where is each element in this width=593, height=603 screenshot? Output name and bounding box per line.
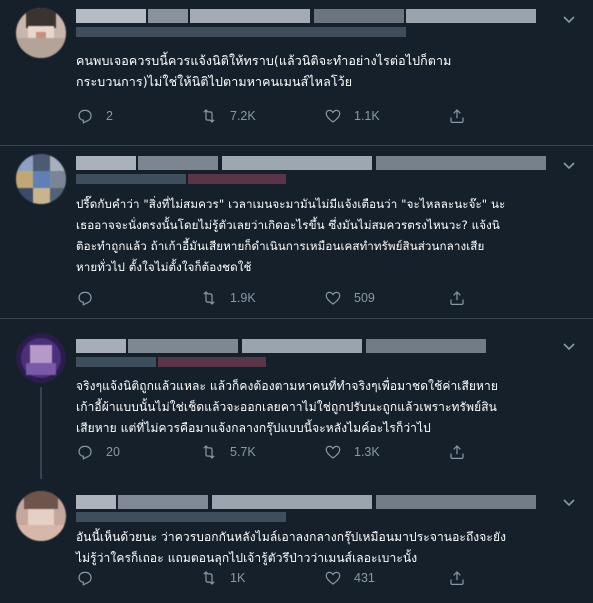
retweet-button[interactable]: 1K	[200, 568, 245, 588]
tweet-text-line: ติอะทำถูกแล้ว ถ้าเก้าอี้มันเสียหายก็ดำเน…	[76, 239, 485, 253]
avatar[interactable]	[16, 333, 66, 383]
reply-count: 20	[106, 445, 120, 459]
like-count: 509	[354, 291, 375, 305]
tweet-text-line: เธออาจจะนั่งตรงนั้นโดยไม่รู้ตัวเลยว่าเกิ…	[76, 218, 500, 232]
retweet-button[interactable]: 1.9K	[200, 288, 256, 308]
more-caret-icon[interactable]	[559, 493, 579, 513]
like-icon	[325, 445, 341, 459]
like-button[interactable]: 1.3K	[324, 442, 380, 462]
retweet-icon	[203, 445, 215, 459]
tweet-text: คนพบเจอควรบนี้ควรแจ้งนิติให้ทราบ(แล้วนิต…	[76, 50, 576, 92]
share-button[interactable]	[448, 106, 478, 126]
tweet-2[interactable]: ปรี๊ดกับคำว่า "สิ่งที่ไม่สมควร" เวลาเมนจ…	[0, 146, 593, 318]
reply-icon	[78, 291, 92, 306]
tweet-text-line: จริงๆแจ้งนิติถูกแล้วแหละ แล้วก็คงต้องตาม…	[76, 379, 499, 393]
tweet-4[interactable]: อันนี้เห็นด้วยนะ ว่าควรบอกกันหลังไมล์เอา…	[0, 479, 593, 603]
like-count: 431	[354, 571, 375, 585]
tweet-text-line: ปรี๊ดกับคำว่า "สิ่งที่ไม่สมควร" เวลาเมนจ…	[76, 197, 506, 211]
like-button[interactable]: 1.1K	[324, 106, 380, 126]
tweet-text-line: หายทั่วไป ตั้งใจไม่ตั้งใจก็ต้องชดใช้	[76, 260, 252, 274]
tweet-text-line: อันนี้เห็นด้วยนะ ว่าควรบอกกันหลังไมล์เอา…	[76, 530, 507, 544]
share-icon	[450, 445, 464, 459]
tweet-text-line: กระบวนการ)ไม่ใช่ให้นิติไปตามหาคนเมนส์ไหล…	[76, 74, 353, 89]
blurred-username[interactable]	[76, 339, 486, 353]
more-caret-icon[interactable]	[559, 10, 579, 30]
retweet-icon	[203, 571, 215, 585]
blurred-handle	[76, 357, 266, 367]
tweet-text-line: ไม่รู้ว่าใครก็เถอะ แถมตอนลุกไปเจ้ารู้ตัว…	[76, 551, 418, 565]
blurred-handle	[76, 27, 406, 37]
retweet-button[interactable]: 7.2K	[200, 106, 256, 126]
retweet-button[interactable]: 5.7K	[200, 442, 256, 462]
reply-icon	[78, 109, 92, 124]
blurred-username[interactable]	[76, 156, 546, 170]
tweet-text: จริงๆแจ้งนิติถูกแล้วแหละ แล้วก็คงต้องตาม…	[76, 376, 576, 439]
reply-icon	[78, 571, 92, 586]
tweet-actions: 1K 431	[76, 568, 576, 588]
share-icon	[450, 109, 464, 123]
reply-count: 2	[106, 109, 113, 123]
like-icon	[325, 109, 341, 123]
tweet-actions: 1.9K 509	[76, 288, 576, 308]
retweet-count: 7.2K	[230, 109, 256, 123]
tweet-feed: คนพบเจอควรบนี้ควรแจ้งนิติให้ทราบ(แล้วนิต…	[0, 0, 593, 603]
retweet-count: 1.9K	[230, 291, 256, 305]
tweet-actions: 2 7.2K 1.1K	[76, 106, 576, 126]
like-count: 1.1K	[354, 109, 380, 123]
thread-connector	[40, 387, 42, 479]
share-button[interactable]	[448, 568, 478, 588]
like-button[interactable]: 431	[324, 568, 375, 588]
blurred-username[interactable]	[76, 9, 536, 23]
more-caret-icon[interactable]	[559, 337, 579, 357]
reply-button[interactable]: 2	[76, 106, 113, 126]
reply-icon	[78, 445, 92, 460]
avatar[interactable]	[16, 154, 66, 204]
avatar[interactable]	[16, 8, 66, 58]
retweet-count: 1K	[230, 571, 246, 585]
share-icon	[450, 571, 464, 585]
like-icon	[325, 291, 341, 305]
share-button[interactable]	[448, 442, 478, 462]
tweet-text-line: คนพบเจอควรบนี้ควรแจ้งนิติให้ทราบ(แล้วนิต…	[76, 53, 452, 68]
like-count: 1.3K	[354, 445, 380, 459]
retweet-icon	[203, 291, 215, 305]
tweet-text: ปรี๊ดกับคำว่า "สิ่งที่ไม่สมควร" เวลาเมนจ…	[76, 194, 576, 278]
tweet-3[interactable]: จริงๆแจ้งนิติถูกแล้วแหละ แล้วก็คงต้องตาม…	[0, 319, 593, 479]
tweet-text-line: เก้าอี้ผ้าแบบนั้นไม่ใช่เช็ดแล้วจะออกเลยค…	[76, 400, 497, 414]
blurred-handle	[76, 174, 286, 184]
reply-button[interactable]	[76, 288, 106, 308]
blurred-handle	[76, 512, 286, 522]
tweet-text-line: เสียหาย แต่ที่ไม่ควรคือมาแจ้งกลางกรุ๊ปแบ…	[76, 421, 431, 435]
retweet-count: 5.7K	[230, 445, 256, 459]
like-button[interactable]: 509	[324, 288, 375, 308]
blurred-username[interactable]	[76, 495, 536, 509]
retweet-icon	[203, 109, 215, 123]
tweet-actions: 20 5.7K 1.3K	[76, 442, 576, 462]
avatar[interactable]	[16, 491, 66, 541]
reply-button[interactable]: 20	[76, 442, 120, 462]
tweet-text: อันนี้เห็นด้วยนะ ว่าควรบอกกันหลังไมล์เอา…	[76, 527, 576, 569]
like-icon	[325, 571, 341, 585]
tweet-1[interactable]: คนพบเจอควรบนี้ควรแจ้งนิติให้ทราบ(แล้วนิต…	[0, 0, 593, 146]
share-button[interactable]	[448, 288, 478, 308]
reply-button[interactable]	[76, 568, 106, 588]
share-icon	[450, 291, 464, 305]
more-caret-icon[interactable]	[559, 156, 579, 176]
